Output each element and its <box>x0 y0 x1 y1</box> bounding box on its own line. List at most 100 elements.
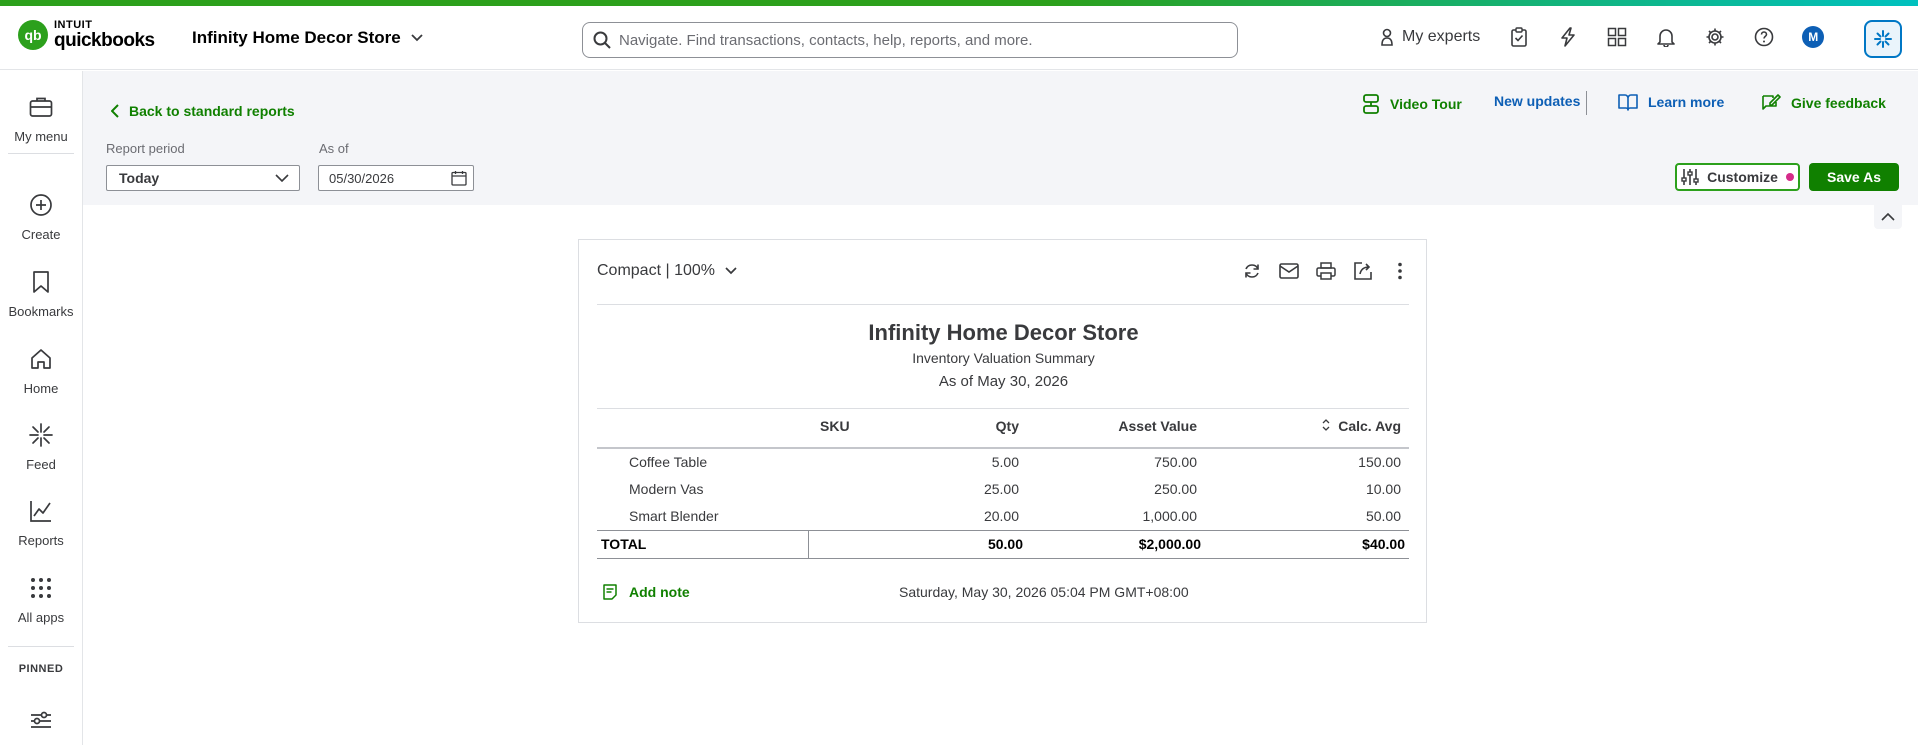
help-icon[interactable] <box>1753 26 1775 48</box>
sidebar-item-label: My menu <box>14 129 68 144</box>
customize-button[interactable]: Customize <box>1675 163 1800 191</box>
refresh-icon[interactable] <box>1241 260 1263 282</box>
as-of-date-input[interactable]: 05/30/2026 <box>318 165 474 191</box>
feedback-icon <box>1762 94 1781 110</box>
sparkle-icon <box>1874 30 1892 48</box>
new-updates-link[interactable]: New updates <box>1494 93 1580 109</box>
sliders-icon <box>31 711 51 728</box>
tasks-icon[interactable] <box>1508 26 1530 48</box>
company-name: Infinity Home Decor Store <box>192 28 401 47</box>
export-icon[interactable] <box>1352 260 1374 282</box>
total-asset-value: $2,000.00 <box>1138 536 1201 552</box>
quickbooks-logo[interactable]: qb INTUIT quickbooks <box>18 20 155 50</box>
as-of-value: 05/30/2026 <box>329 170 395 186</box>
book-icon <box>1618 94 1638 111</box>
report-company-name: Infinity Home Decor Store <box>868 320 1139 345</box>
briefcase-icon <box>29 97 53 117</box>
learn-more-link[interactable]: Learn more <box>1618 93 1724 111</box>
sort-icon <box>1322 419 1330 431</box>
company-switcher[interactable]: Infinity Home Decor Store <box>192 28 423 48</box>
save-as-button[interactable]: Save As <box>1809 163 1899 191</box>
sidebar-customize-pinned[interactable] <box>0 707 82 735</box>
sidebar-divider <box>8 646 74 647</box>
table-top-rule <box>597 408 1409 409</box>
sidebar-item-bookmarks[interactable]: Bookmarks <box>0 268 82 319</box>
link-divider <box>1586 91 1587 115</box>
sidebar-item-all-apps[interactable]: All apps <box>0 574 82 625</box>
sidebar-item-create[interactable]: Create <box>0 191 82 242</box>
report-card: Compact | 100% Infinity Home Decor Store… <box>578 239 1427 623</box>
chevron-down-icon <box>725 267 737 275</box>
sidebar-item-home[interactable]: Home <box>0 345 82 396</box>
report-title: Inventory Valuation Summary <box>912 350 1095 366</box>
total-qty: 50.00 <box>987 536 1023 552</box>
row-calc-avg: 50.00 <box>1365 508 1401 524</box>
chevron-down-icon <box>411 34 423 42</box>
logo-product-text: quickbooks <box>54 30 155 51</box>
column-header-sku[interactable]: SKU <box>820 418 850 434</box>
user-avatar[interactable]: M <box>1802 26 1825 48</box>
report-period-select[interactable]: Today <box>106 165 300 191</box>
sidebar-item-label: Home <box>23 381 59 396</box>
pinned-heading: PINNED <box>18 663 64 675</box>
video-tour-icon <box>1363 94 1379 114</box>
back-link-label: Back to standard reports <box>129 103 295 119</box>
row-qty: 25.00 <box>983 481 1019 497</box>
view-density-select[interactable]: Compact | 100% <box>597 262 737 280</box>
report-period-label: Report period <box>106 141 185 156</box>
sidebar-item-label: Feed <box>26 457 56 472</box>
as-of-label: As of <box>319 141 349 156</box>
give-feedback-link[interactable]: Give feedback <box>1761 93 1886 113</box>
total-calc-avg: $40.00 <box>1362 536 1405 552</box>
ai-assistant-button[interactable] <box>1864 20 1902 58</box>
bell-icon[interactable] <box>1655 26 1677 48</box>
left-sidebar: My menu Create Bookmarks Home Feed Repor… <box>0 71 83 745</box>
back-to-reports-link[interactable]: Back to standard reports <box>111 103 295 119</box>
chevron-down-icon <box>275 174 289 182</box>
grid-icon <box>31 578 51 598</box>
report-toolbar: Back to standard reports Report period T… <box>83 71 1918 205</box>
new-updates-label: New updates <box>1494 93 1581 109</box>
collapse-toolbar-button[interactable] <box>1874 205 1902 229</box>
table-row[interactable]: Coffee Table 5.00 750.00 150.00 <box>597 449 1409 476</box>
add-note-label: Add note <box>629 584 690 600</box>
give-feedback-label: Give feedback <box>1791 95 1886 111</box>
video-tour-link[interactable]: Video Tour <box>1362 93 1462 115</box>
add-note-button[interactable]: Add note <box>603 584 690 600</box>
row-asset-value: 1,000.00 <box>1142 508 1198 524</box>
table-row[interactable]: Smart Blender 20.00 1,000.00 50.00 <box>597 503 1409 530</box>
qb-logo-icon: qb <box>18 20 48 50</box>
row-name: Modern Vas <box>629 481 704 497</box>
row-qty: 20.00 <box>983 508 1019 524</box>
lightning-icon[interactable] <box>1557 26 1579 48</box>
sidebar-item-label: All apps <box>17 610 65 625</box>
column-header-asset-value[interactable]: Asset Value <box>1017 418 1197 434</box>
report-date: As of May 30, 2026 <box>938 373 1069 390</box>
global-search[interactable] <box>582 22 1238 58</box>
row-name: Smart Blender <box>629 508 719 524</box>
table-row[interactable]: Modern Vas 25.00 250.00 10.00 <box>597 476 1409 503</box>
column-header-qty[interactable]: Qty <box>897 418 1019 434</box>
search-input[interactable] <box>619 31 1199 49</box>
email-icon[interactable] <box>1278 260 1300 282</box>
feed-icon <box>29 423 53 447</box>
sidebar-item-reports[interactable]: Reports <box>0 497 82 548</box>
row-asset-value: 250.00 <box>1154 481 1197 497</box>
calendar-icon <box>451 171 467 186</box>
total-row[interactable]: TOTAL 50.00 $2,000.00 $40.00 <box>597 531 1409 558</box>
my-experts-button[interactable]: My experts <box>1380 28 1480 46</box>
total-label: TOTAL <box>601 536 647 552</box>
gear-icon[interactable] <box>1704 26 1726 48</box>
print-icon[interactable] <box>1315 260 1337 282</box>
calc-avg-label: Calc. Avg <box>1338 418 1401 434</box>
sidebar-item-my-menu[interactable]: My menu <box>0 93 82 144</box>
my-experts-label: My experts <box>1402 28 1481 45</box>
sidebar-item-feed[interactable]: Feed <box>0 421 82 472</box>
row-asset-value: 750.00 <box>1154 454 1197 470</box>
global-header: qb INTUIT quickbooks Infinity Home Decor… <box>0 6 1918 70</box>
chevron-left-icon <box>111 104 119 118</box>
column-header-calc-avg[interactable]: Calc. Avg <box>1197 418 1401 434</box>
apps-icon[interactable] <box>1606 26 1628 48</box>
total-bottom-rule <box>597 558 1409 559</box>
more-options-icon[interactable] <box>1389 260 1411 282</box>
